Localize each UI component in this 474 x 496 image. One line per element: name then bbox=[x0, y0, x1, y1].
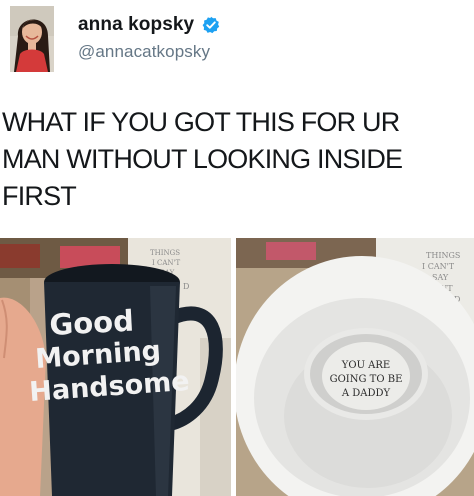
inside-text-line-2: GOING TO BE bbox=[330, 374, 403, 385]
profile-photo-icon bbox=[10, 6, 54, 72]
author-names: anna kopsky @annacatkopsky bbox=[78, 13, 220, 62]
display-name-row: anna kopsky bbox=[78, 13, 220, 37]
tweet-media: THINGS I CAN'T SAY D Good Morning Handso… bbox=[0, 238, 474, 496]
avatar[interactable] bbox=[10, 6, 54, 72]
photo-mug-inside[interactable]: THINGS I CAN'T SAY OUT D YOU ARE GOING T… bbox=[236, 238, 474, 496]
photo-mug-outside[interactable]: THINGS I CAN'T SAY D Good Morning Handso… bbox=[0, 238, 231, 496]
mug-outside-image: THINGS I CAN'T SAY D Good Morning Handso… bbox=[0, 238, 231, 496]
sign-line-2: I CAN'T bbox=[422, 262, 455, 271]
verified-badge-icon bbox=[202, 16, 220, 34]
inside-text-line-1: YOU ARE bbox=[341, 360, 390, 371]
mug-inside-image: THINGS I CAN'T SAY OUT D YOU ARE GOING T… bbox=[236, 238, 474, 496]
author-handle[interactable]: @annacatkopsky bbox=[78, 42, 220, 62]
tweet-text: WHAT IF YOU GOT THIS FOR UR MAN WITHOUT … bbox=[2, 107, 403, 211]
tweet-header: anna kopsky @annacatkopsky bbox=[10, 6, 464, 76]
sign-line-1: THINGS bbox=[150, 249, 180, 257]
sign-line-1: THINGS bbox=[426, 251, 460, 260]
sign-line-4: D bbox=[183, 282, 189, 291]
inside-text-line-3: A DADDY bbox=[341, 388, 391, 399]
display-name[interactable]: anna kopsky bbox=[78, 14, 194, 36]
sign-line-2: I CAN'T bbox=[152, 259, 180, 267]
mug-text-good: Good bbox=[49, 304, 135, 342]
